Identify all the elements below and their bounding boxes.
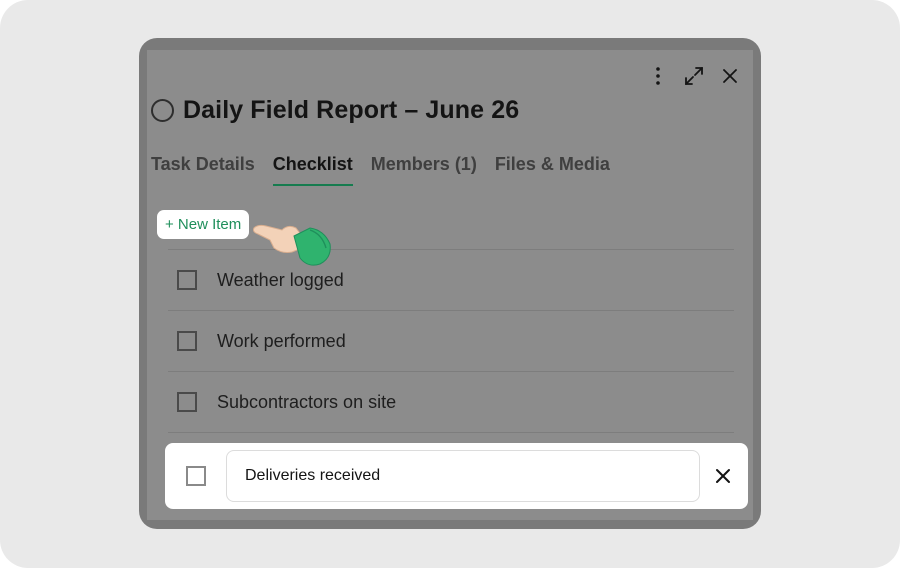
- stage-background: Daily Field Report – June 26 Task Detail…: [0, 0, 900, 568]
- checklist-item-input[interactable]: Deliveries received: [226, 450, 700, 502]
- tab-files-media[interactable]: Files & Media: [495, 154, 610, 186]
- new-checklist-item-editor: Deliveries received: [165, 443, 748, 509]
- expand-icon: [685, 67, 703, 85]
- close-icon: [716, 469, 730, 483]
- checkbox[interactable]: [186, 466, 206, 486]
- tab-checklist[interactable]: Checklist: [272, 154, 353, 186]
- tab-task-details[interactable]: Task Details: [151, 154, 255, 186]
- checklist-item: Subcontractors on site: [168, 371, 734, 432]
- checklist-item-label[interactable]: Subcontractors on site: [217, 392, 396, 413]
- checklist-item-label[interactable]: Work performed: [217, 331, 346, 352]
- tab-bar: Task Details Checklist Members (1) Files…: [151, 154, 610, 186]
- modal-content: Daily Field Report – June 26 Task Detail…: [147, 50, 753, 520]
- checkbox[interactable]: [177, 270, 197, 290]
- cancel-edit-button[interactable]: [712, 465, 734, 487]
- status-circle-icon[interactable]: [151, 99, 174, 122]
- more-vertical-icon: [656, 67, 660, 85]
- close-icon: [723, 69, 737, 83]
- checklist-divider-row: [168, 432, 734, 434]
- header-actions: [647, 65, 741, 87]
- more-options-button[interactable]: [647, 65, 669, 87]
- title-row: Daily Field Report – June 26: [151, 96, 519, 125]
- task-modal: Daily Field Report – June 26 Task Detail…: [139, 38, 761, 529]
- page-title: Daily Field Report – June 26: [183, 96, 520, 124]
- new-item-button[interactable]: + New Item: [157, 210, 250, 239]
- checklist-item: Work performed: [168, 310, 734, 371]
- expand-button[interactable]: [683, 65, 705, 87]
- checkbox[interactable]: [177, 392, 197, 412]
- pointing-hand-icon: [253, 224, 331, 266]
- tab-members[interactable]: Members (1): [371, 154, 477, 186]
- close-button[interactable]: [719, 65, 741, 87]
- checkbox[interactable]: [177, 331, 197, 351]
